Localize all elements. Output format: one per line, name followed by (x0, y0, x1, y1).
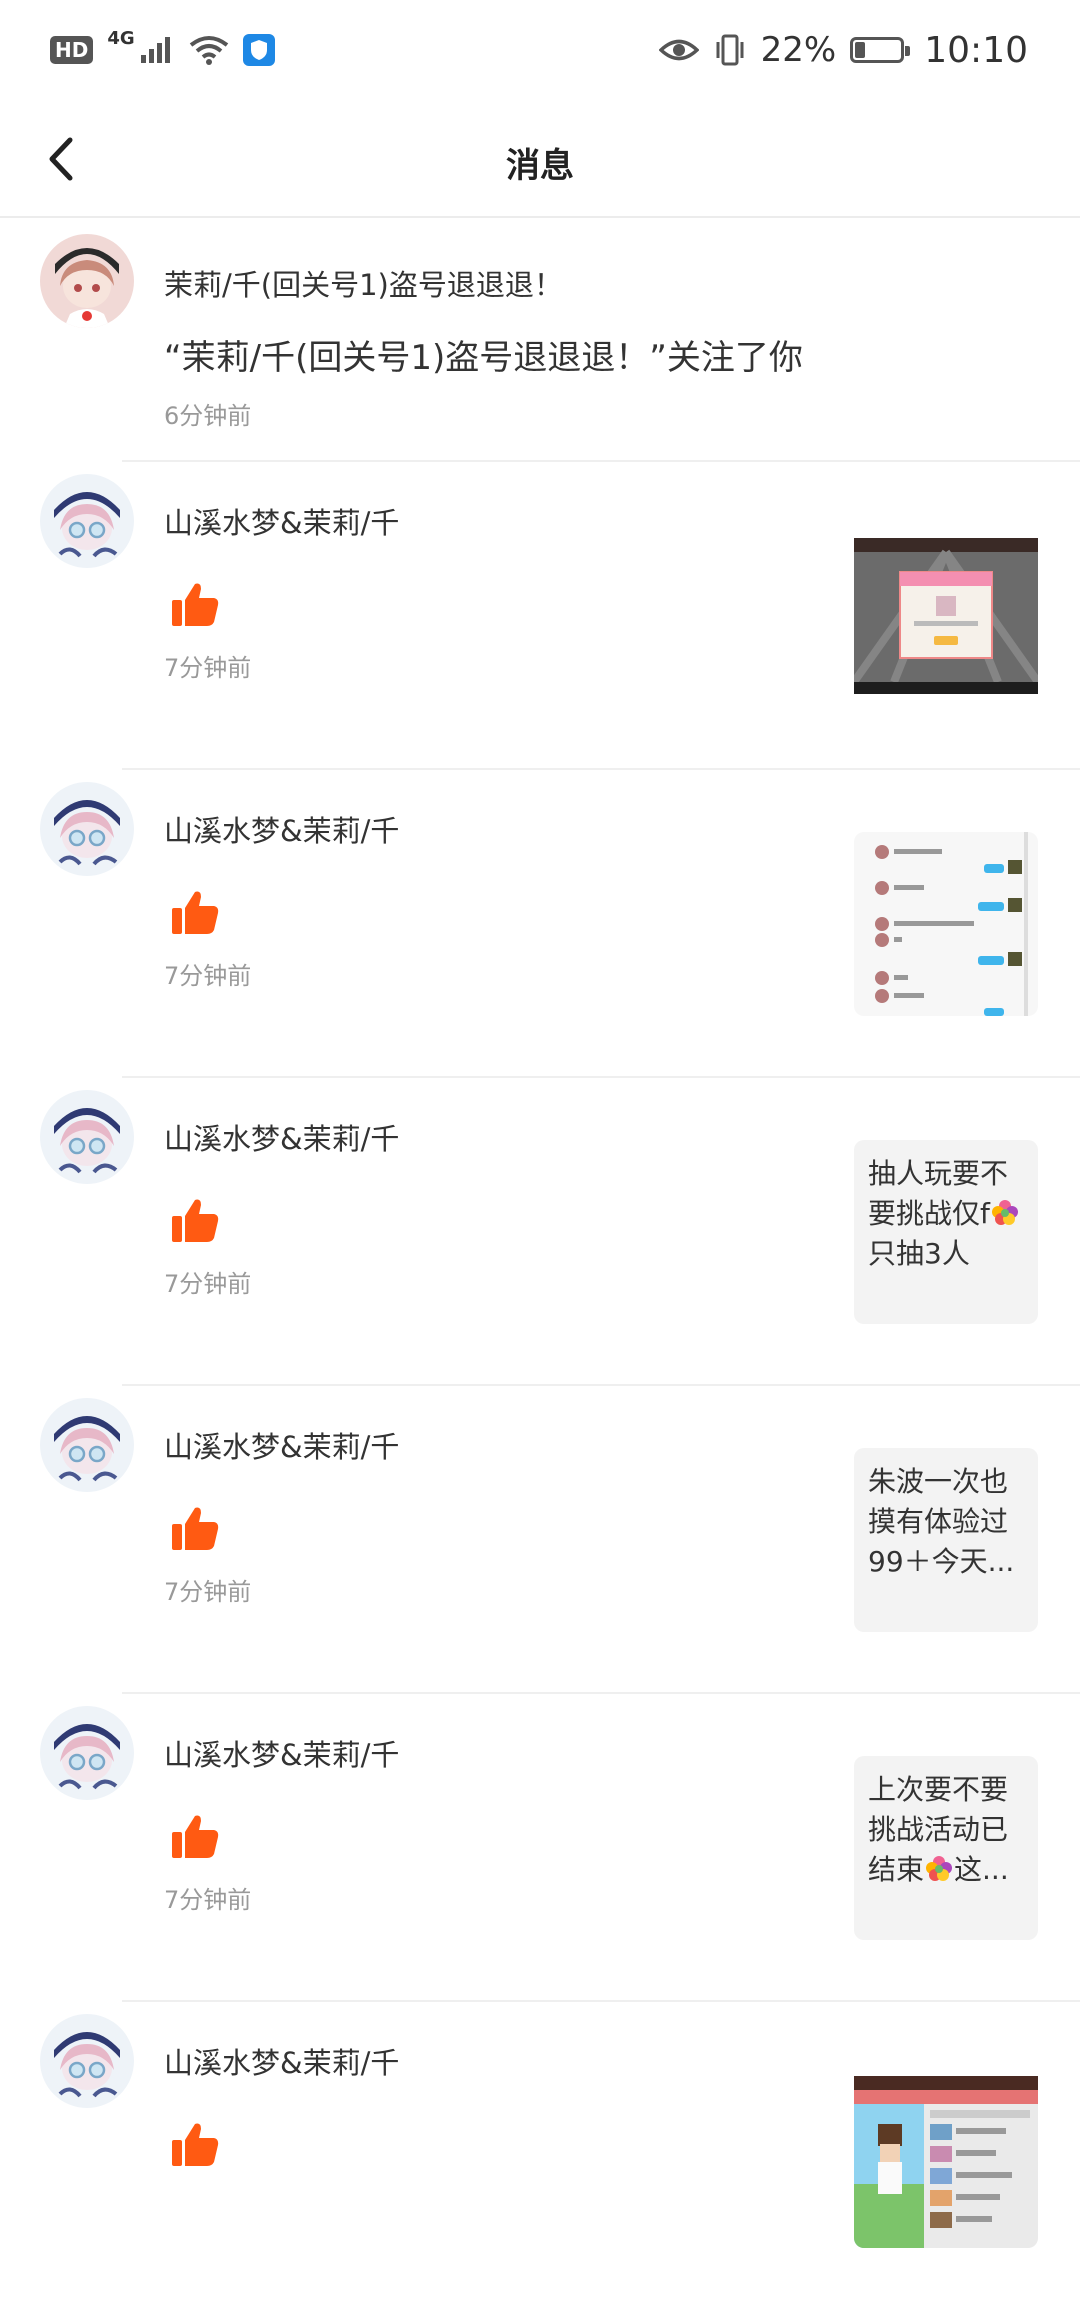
header: 消息 (0, 100, 1080, 218)
avatar[interactable] (40, 474, 134, 568)
thumbs-up-icon (172, 1199, 219, 1242)
avatar[interactable] (40, 782, 134, 876)
hd-badge: HD (50, 36, 94, 64)
timestamp: 7分钟前 (164, 962, 252, 990)
post-excerpt: 上次要不要挑战活动已结束 这... (868, 1773, 1009, 1886)
avatar[interactable] (40, 1398, 134, 1492)
network-type: 4G (107, 27, 135, 49)
message-item[interactable]: 茉莉/千(回关号1)盗号退退退！ “茉莉/千(回关号1)盗号退退退！”关注了你 … (0, 220, 1080, 462)
status-bar: HD 4G 22% 10:10 (0, 0, 1080, 100)
timestamp: 7分钟前 (164, 1886, 252, 1914)
post-thumbnail[interactable] (854, 2064, 1038, 2248)
message-item[interactable]: 山溪水梦&茉莉/千 7分钟前 上次要不要挑战活动已结束 这... (0, 1694, 1080, 2002)
vibrate-icon (716, 34, 744, 66)
thumbs-up-icon (172, 1507, 219, 1550)
avatar[interactable] (40, 2014, 134, 2108)
sender-name[interactable]: 山溪水梦&茉莉/千 (164, 500, 399, 542)
avatar[interactable] (40, 1706, 134, 1800)
thumbs-up-icon (172, 1815, 219, 1858)
message-item[interactable]: 山溪水梦&茉莉/千 7分钟前 (0, 770, 1080, 1078)
timestamp: 7分钟前 (164, 1578, 252, 1606)
clock: 10:10 (924, 29, 1028, 71)
avatar[interactable] (40, 234, 134, 328)
sender-name[interactable]: 山溪水梦&茉莉/千 (164, 1732, 399, 1774)
wifi-icon (189, 36, 228, 65)
thumbs-up-icon (172, 2123, 219, 2166)
message-list: 茉莉/千(回关号1)盗号退退退！ “茉莉/千(回关号1)盗号退退退！”关注了你 … (0, 220, 1080, 2310)
page-title: 消息 (506, 146, 574, 186)
post-thumbnail[interactable]: 朱波一次也摸有体验过99＋今天... (854, 1448, 1038, 1632)
post-excerpt: 抽人玩要不要挑战仅f只抽3人 (854, 1140, 1038, 1288)
message-item[interactable]: 山溪水梦&茉莉/千 7分钟前 (0, 462, 1080, 770)
sender-name[interactable]: 山溪水梦&茉莉/千 (164, 2040, 399, 2082)
sender-name[interactable]: 山溪水梦&茉莉/千 (164, 1424, 399, 1466)
battery-icon (850, 37, 911, 63)
avatar[interactable] (40, 1090, 134, 1184)
thumbs-up-icon (172, 583, 219, 626)
shield-icon (242, 34, 275, 66)
message-item[interactable]: 山溪水梦&茉莉/千 7分钟前 抽人玩要不要挑战仅f只抽3人 (0, 1078, 1080, 1386)
message-item[interactable]: 山溪水梦&茉莉/千 (0, 2002, 1080, 2310)
timestamp: 7分钟前 (164, 1270, 252, 1298)
post-thumbnail[interactable] (854, 524, 1038, 708)
sender-name[interactable]: 茉莉/千(回关号1)盗号退退退！ (164, 262, 563, 304)
flower-emoji-icon (991, 1200, 1018, 1225)
sender-name[interactable]: 山溪水梦&茉莉/千 (164, 808, 399, 850)
flower-emoji-icon (926, 1856, 953, 1881)
post-thumbnail[interactable]: 上次要不要挑战活动已结束 这... (854, 1756, 1038, 1940)
battery-percent: 22% (760, 30, 837, 70)
timestamp: 7分钟前 (164, 654, 252, 682)
post-excerpt: 朱波一次也摸有体验过99＋今天... (868, 1465, 1015, 1578)
message-text: “茉莉/千(回关号1)盗号退退退！”关注了你 (164, 338, 803, 378)
thumbs-up-icon (172, 891, 219, 934)
eye-icon (658, 39, 699, 61)
post-thumbnail[interactable]: 抽人玩要不要挑战仅f只抽3人 (854, 1140, 1038, 1324)
sender-name[interactable]: 山溪水梦&茉莉/千 (164, 1116, 399, 1158)
post-thumbnail[interactable] (854, 832, 1038, 1016)
timestamp: 6分钟前 (164, 402, 252, 430)
signal-icon (140, 37, 170, 63)
message-item[interactable]: 山溪水梦&茉莉/千 7分钟前 朱波一次也摸有体验过99＋今天... (0, 1386, 1080, 1694)
